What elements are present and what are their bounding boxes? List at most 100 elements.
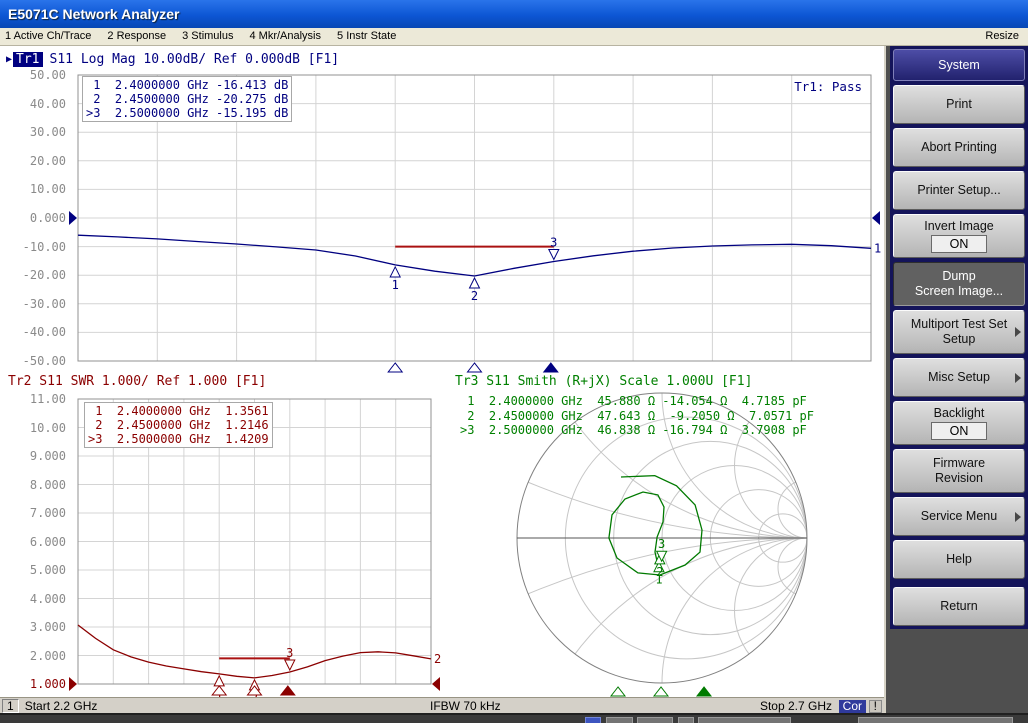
marker-row: >3 2.5000000 GHz 46.838 Ω -16.794 Ω 3.79… (460, 423, 814, 438)
marker-row: 1 2.4000000 GHz 45.880 Ω -14.054 Ω 4.718… (460, 394, 814, 409)
tr1-limit-result: Tr1: Pass (794, 79, 862, 94)
y-axis-label: 10.00 (14, 182, 66, 196)
tr3-trace (609, 476, 702, 575)
softkey-label: Setup (943, 332, 976, 347)
softkey-label: Service Menu (921, 509, 997, 524)
softkey-label: Firmware (933, 456, 985, 471)
tr1-title[interactable]: ▶Tr1S11 Log Mag 10.00dB/ Ref 0.000dB [F1… (6, 52, 339, 67)
menu-item-1-active-ch-trace[interactable]: 1 Active Ch/Trace (0, 28, 102, 45)
invert-image-button[interactable]: Invert ImageON (893, 214, 1025, 258)
taskbar-button[interactable] (698, 717, 791, 723)
warning-badge: ! (869, 700, 882, 713)
menu-item-5-instr-state[interactable]: 5 Instr State (332, 28, 407, 45)
softkey-label: Help (946, 552, 972, 567)
print-button[interactable]: Print (893, 85, 1025, 124)
softkey-label: Invert Image (924, 219, 993, 234)
menu-items: 1 Active Ch/Trace2 Response3 Stimulus4 M… (0, 28, 407, 45)
start-frequency: Start 2.2 GHz (25, 699, 98, 713)
abort-printing-button[interactable]: Abort Printing (893, 128, 1025, 167)
taskbar-button[interactable] (858, 717, 1013, 723)
softkey-label: Screen Image... (915, 284, 1003, 299)
title-bar[interactable]: E5071C Network Analyzer (0, 0, 1028, 28)
stimulus-marker (654, 687, 668, 696)
softkey-label: Revision (935, 471, 983, 486)
softkey-label: Multiport Test Set (911, 317, 1007, 332)
stimulus-marker (611, 687, 625, 696)
marker-row: >3 2.5000000 GHz 1.4209 (88, 432, 269, 446)
y-axis-label: 7.000 (14, 506, 66, 520)
channel-number: 1 (2, 699, 19, 713)
y-axis-label: 11.00 (14, 392, 66, 406)
tr2-marker-3[interactable]: 3 (285, 646, 295, 670)
submenu-arrow-icon (1015, 512, 1021, 522)
softkey-stack: System PrintAbort PrintingPrinter Setup.… (890, 46, 1028, 629)
backlight-button[interactable]: BacklightON (893, 401, 1025, 445)
tr1-ref-level-arrow-right[interactable] (872, 211, 880, 225)
resize-button[interactable]: Resize (976, 28, 1028, 45)
return-button[interactable]: Return (893, 587, 1025, 626)
svg-text:1: 1 (392, 278, 399, 292)
tr1-badge: Tr1 (13, 52, 42, 67)
y-axis-label: -10.00 (14, 240, 66, 254)
softkey-state-value: ON (931, 235, 988, 253)
tr1-marker-table: 1 2.4000000 GHz -16.413 dB 2 2.4500000 G… (82, 76, 292, 122)
softkey-label: Dump (942, 269, 975, 284)
tr2-trace-number: 2 (434, 652, 441, 666)
marker-row: 2 2.4500000 GHz 47.643 Ω -9.2050 Ω 7.057… (460, 409, 814, 424)
taskbar-button[interactable] (585, 717, 601, 723)
service-menu-button[interactable]: Service Menu (893, 497, 1025, 536)
softkey-label: Printer Setup... (917, 183, 1000, 198)
tr1-ref-level-arrow-left[interactable] (69, 211, 77, 225)
tr2-ref-level-arrow-left[interactable] (69, 677, 77, 691)
svg-text:2: 2 (471, 289, 478, 303)
submenu-arrow-icon (1015, 327, 1021, 337)
help-button[interactable]: Help (893, 540, 1025, 579)
dump-screen-image-button[interactable]: DumpScreen Image... (893, 262, 1025, 306)
y-axis-label: 50.00 (14, 68, 66, 82)
smith-chart-grid (82, 46, 884, 697)
tr3-title[interactable]: Tr3 S11 Smith (R+jX) Scale 1.000U [F1] (455, 374, 752, 389)
softkey-label: Backlight (934, 406, 985, 421)
taskbar-button[interactable] (678, 717, 694, 723)
y-axis-label: 1.000 (14, 677, 66, 691)
svg-text:2: 2 (656, 565, 663, 579)
y-axis-label: -30.00 (14, 297, 66, 311)
softkey-label: Return (940, 599, 978, 614)
softkey-label: Abort Printing (921, 140, 997, 155)
tr1-marker-1[interactable]: 1 (390, 267, 400, 292)
tr1-trace-number: 1 (874, 241, 881, 255)
y-axis-label: -20.00 (14, 268, 66, 282)
menu-item-3-stimulus[interactable]: 3 Stimulus (177, 28, 244, 45)
display-area: 12311232123 ▶Tr1S11 Log Mag 10.00dB/ Ref… (0, 46, 884, 697)
y-axis-label: -50.00 (14, 354, 66, 368)
active-trace-arrow-icon: ▶ (6, 54, 12, 65)
stimulus-marker (281, 686, 295, 695)
stimulus-marker (248, 686, 262, 695)
tr2-ref-level-arrow-right[interactable] (432, 677, 440, 691)
menu-item-4-mkr-analysis[interactable]: 4 Mkr/Analysis (244, 28, 332, 45)
status-bar: 1 Start 2.2 GHz IFBW 70 kHz Stop 2.7 GHz… (0, 697, 884, 714)
misc-setup-button[interactable]: Misc Setup (893, 358, 1025, 397)
y-axis-label: 6.000 (14, 535, 66, 549)
correction-badge: Cor (839, 700, 866, 713)
tr2-title[interactable]: Tr2 S11 SWR 1.000/ Ref 1.000 [F1] (8, 374, 266, 389)
menu-item-2-response[interactable]: 2 Response (102, 28, 177, 45)
taskbar-button[interactable] (606, 717, 633, 723)
y-axis-label: 20.00 (14, 154, 66, 168)
taskbar-button[interactable] (637, 717, 673, 723)
tr1-title-text: S11 Log Mag 10.00dB/ Ref 0.000dB [F1] (43, 52, 340, 67)
stimulus-marker (544, 363, 558, 372)
tr1-marker-2[interactable]: 2 (470, 278, 480, 303)
marker-row: >3 2.5000000 GHz -15.195 dB (86, 106, 288, 120)
multiport-test-set-setup-button[interactable]: Multiport Test SetSetup (893, 310, 1025, 354)
printer-setup-button[interactable]: Printer Setup... (893, 171, 1025, 210)
y-axis-label: 40.00 (14, 97, 66, 111)
y-axis-label: 10.00 (14, 421, 66, 435)
firmware-revision-button[interactable]: FirmwareRevision (893, 449, 1025, 493)
tr3-marker-table: 1 2.4000000 GHz 45.880 Ω -14.054 Ω 4.718… (457, 393, 817, 439)
tr1-marker-3[interactable]: 3 (549, 235, 559, 259)
y-axis-label: 4.000 (14, 592, 66, 606)
y-axis-label: 5.000 (14, 563, 66, 577)
stimulus-marker (388, 363, 402, 372)
svg-text:3: 3 (658, 537, 665, 551)
